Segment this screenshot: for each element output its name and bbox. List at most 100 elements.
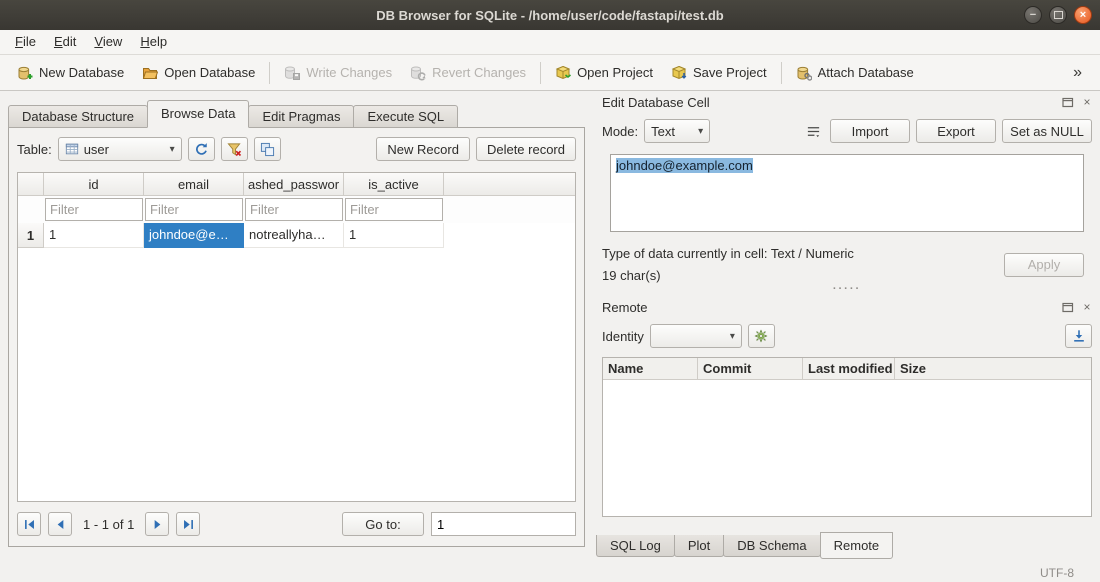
remote-float-button[interactable] (1061, 301, 1075, 314)
first-record-button[interactable] (17, 512, 41, 536)
title-bar[interactable]: DB Browser for SQLite - /home/user/code/… (0, 0, 1100, 30)
right-dock-area: Edit Database Cell × Mode: Text ▾ Import… (594, 90, 1100, 564)
import-button[interactable]: Import (830, 119, 910, 143)
cell-editor[interactable]: johndoe@example.com (610, 154, 1084, 232)
new-record-button[interactable]: New Record (376, 137, 470, 161)
cell-email-selected[interactable]: johndoe@e… (144, 223, 244, 248)
revert-changes-icon (410, 65, 426, 81)
cell-id[interactable]: 1 (44, 223, 144, 248)
set-as-null-button[interactable]: Set as NULL (1002, 119, 1092, 143)
row-number-header[interactable]: 1 (18, 223, 44, 248)
last-record-button[interactable] (176, 512, 200, 536)
menu-file[interactable]: File (6, 30, 45, 54)
window-title: DB Browser for SQLite - /home/user/code/… (376, 8, 723, 23)
identity-select[interactable]: ▾ (650, 324, 742, 348)
save-project-button[interactable]: Save Project (662, 59, 776, 87)
tab-db-schema[interactable]: DB Schema (723, 535, 820, 557)
app-window: DB Browser for SQLite - /home/user/code/… (0, 0, 1100, 582)
edit-cell-title: Edit Database Cell (602, 95, 710, 110)
goto-input[interactable] (431, 512, 576, 536)
tab-database-structure[interactable]: Database Structure (8, 105, 148, 128)
refresh-icon (194, 142, 209, 157)
remote-column-last-modified[interactable]: Last modified (803, 358, 895, 379)
remote-column-commit[interactable]: Commit (698, 358, 803, 379)
toolbar-separator (540, 62, 541, 84)
new-database-button[interactable]: New Database (8, 59, 133, 87)
chevron-down-icon: ▾ (730, 331, 735, 342)
previous-record-button[interactable] (48, 512, 72, 536)
previous-record-icon (54, 518, 67, 531)
remote-column-size[interactable]: Size (895, 358, 1091, 379)
filter-row (18, 196, 575, 223)
table-row: 1 1 johndoe@e… notreallyha… 1 (18, 223, 575, 248)
minimize-button[interactable]: − (1024, 6, 1042, 24)
write-changes-label: Write Changes (306, 65, 392, 80)
main-tab-bar: Database Structure Browse Data Edit Prag… (8, 100, 585, 128)
text-format-button[interactable] (802, 120, 824, 142)
identity-settings-button[interactable] (748, 324, 775, 348)
download-icon (1072, 329, 1086, 343)
tab-remote[interactable]: Remote (820, 532, 894, 559)
remote-close-button[interactable]: × (1080, 301, 1094, 314)
remote-dock-title: Remote × (594, 295, 1100, 317)
remote-table-header: Name Commit Last modified Size (603, 358, 1091, 380)
toolbar-overflow-button[interactable]: » (1063, 64, 1092, 82)
browse-controls: Table: user ▾ New Record Delete record (17, 136, 576, 162)
save-project-icon (671, 65, 687, 81)
filter-input-id[interactable] (45, 198, 143, 221)
delete-record-button[interactable]: Delete record (476, 137, 576, 161)
data-grid: id email ashed_passwor is_active 1 1 joh… (17, 172, 576, 502)
tab-edit-pragmas[interactable]: Edit Pragmas (248, 105, 354, 128)
maximize-icon (1054, 11, 1063, 19)
attach-database-button[interactable]: Attach Database (787, 59, 923, 87)
export-button[interactable]: Export (916, 119, 996, 143)
cell-editor-selection: johndoe@example.com (616, 158, 753, 173)
goto-button[interactable]: Go to: (342, 512, 424, 536)
dock-splitter-handle[interactable]: ····· (594, 283, 1100, 295)
new-database-label: New Database (39, 65, 124, 80)
filter-input-email[interactable] (145, 198, 243, 221)
last-record-icon (182, 518, 195, 531)
tab-sql-log[interactable]: SQL Log (596, 535, 675, 557)
menu-edit[interactable]: Edit (45, 30, 85, 54)
remote-column-name[interactable]: Name (603, 358, 698, 379)
table-select[interactable]: user ▾ (58, 137, 182, 161)
clear-filters-button[interactable] (221, 137, 248, 161)
pagination-status: 1 - 1 of 1 (83, 517, 134, 532)
column-header-is-active[interactable]: is_active (344, 173, 444, 195)
toolbar-separator (269, 62, 270, 84)
revert-changes-button: Revert Changes (401, 59, 535, 87)
cell-is-active[interactable]: 1 (344, 223, 444, 248)
open-database-button[interactable]: Open Database (133, 59, 264, 87)
next-record-button[interactable] (145, 512, 169, 536)
menu-view[interactable]: View (85, 30, 131, 54)
close-button[interactable]: × (1074, 6, 1092, 24)
gear-icon (754, 329, 768, 343)
open-project-button[interactable]: Open Project (546, 59, 662, 87)
menu-help[interactable]: Help (131, 30, 176, 54)
column-header-id[interactable]: id (44, 173, 144, 195)
tab-plot[interactable]: Plot (674, 535, 724, 557)
mode-select[interactable]: Text ▾ (644, 119, 710, 143)
filter-input-hashed-password[interactable] (245, 198, 343, 221)
chevron-down-icon: ▾ (698, 126, 703, 137)
write-changes-button: Write Changes (275, 59, 401, 87)
revert-changes-label: Revert Changes (432, 65, 526, 80)
cell-hashed-password[interactable]: notreallyha… (244, 223, 344, 248)
tab-execute-sql[interactable]: Execute SQL (353, 105, 458, 128)
editcell-float-button[interactable] (1061, 96, 1075, 109)
bottom-dock-tabs: SQL Log Plot DB Schema Remote (596, 535, 892, 559)
close-icon: × (1080, 10, 1086, 21)
text-lines-icon (806, 124, 821, 139)
column-header-email[interactable]: email (144, 173, 244, 195)
remote-clone-button[interactable] (1065, 324, 1092, 348)
maximize-button[interactable] (1049, 6, 1067, 24)
table-popup-button[interactable] (254, 137, 281, 161)
filter-input-is-active[interactable] (345, 198, 443, 221)
editcell-close-button[interactable]: × (1080, 96, 1094, 109)
open-project-label: Open Project (577, 65, 653, 80)
refresh-button[interactable] (188, 137, 215, 161)
corner-header-cell[interactable] (18, 173, 44, 195)
column-header-hashed-password[interactable]: ashed_passwor (244, 173, 344, 195)
tab-browse-data[interactable]: Browse Data (147, 100, 249, 128)
